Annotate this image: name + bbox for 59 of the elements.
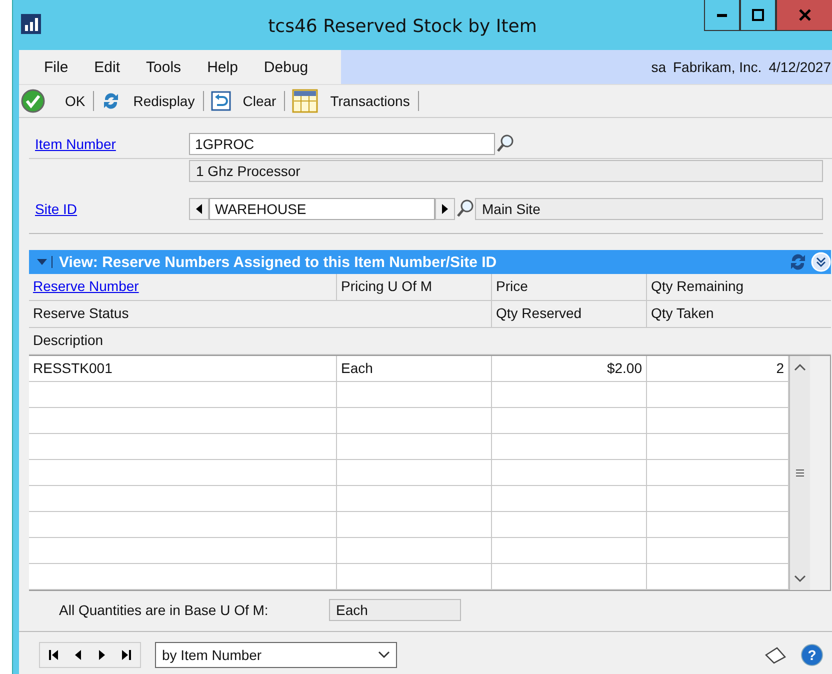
undo-icon <box>210 91 231 111</box>
first-record-icon[interactable] <box>48 649 60 661</box>
table-cell: Each <box>337 356 492 381</box>
redisplay-button[interactable]: Redisplay <box>101 91 203 111</box>
scroll-up-icon[interactable] <box>794 362 806 372</box>
menu-item[interactable]: Debug <box>250 58 322 76</box>
base-uom-field: Each <box>329 599 461 621</box>
table-cell: $2.00 <box>492 356 647 381</box>
scroll-down-icon[interactable] <box>794 574 806 584</box>
base-uom-label: All Quantities are in Base U Of M: <box>59 602 270 618</box>
menu-item[interactable]: Edit <box>81 58 134 76</box>
previous-button[interactable] <box>189 198 209 220</box>
column-header: Description <box>32 331 104 350</box>
site-id-link[interactable]: Site ID <box>29 201 189 217</box>
column-header: Qty Taken <box>650 304 715 323</box>
note-icon[interactable] <box>763 645 787 665</box>
site-id-field[interactable]: WAREHOUSE <box>209 198 435 220</box>
sort-dropdown[interactable]: by Item Number <box>155 642 397 668</box>
column-header: Reserve Status <box>29 301 492 327</box>
expand-icon[interactable] <box>811 252 831 272</box>
window-title: tcs46 Reserved Stock by Item <box>267 16 538 37</box>
checkmark-icon <box>21 89 45 113</box>
maximize-button[interactable] <box>740 0 776 31</box>
user-name: sa <box>651 59 666 75</box>
column-header: Pricing U Of M <box>337 274 492 300</box>
table-cell: RESSTK001 <box>29 356 337 381</box>
item-number-link[interactable]: Item Number <box>29 136 189 152</box>
right-arrow-icon <box>441 204 449 214</box>
transactions-button[interactable]: Transactions <box>292 89 418 113</box>
menu-item[interactable]: File <box>31 58 82 76</box>
company-name: Fabrikam, Inc. <box>673 59 762 75</box>
vertical-scrollbar[interactable] <box>789 356 810 590</box>
close-icon <box>799 9 811 21</box>
app-icon <box>21 14 41 34</box>
collapse-icon[interactable] <box>35 255 55 269</box>
item-number-field[interactable]: 1GPROC <box>189 133 495 155</box>
close-button[interactable] <box>776 0 832 31</box>
minimize-button[interactable] <box>704 0 740 31</box>
grid-title: View: Reserve Numbers Assigned to this Item Number/Site ID <box>59 254 498 270</box>
maximize-icon <box>752 9 764 21</box>
last-record-icon[interactable] <box>120 649 132 661</box>
table-icon <box>292 89 318 113</box>
ok-button[interactable]: OK <box>21 89 94 113</box>
menu-item[interactable]: Tools <box>133 58 194 76</box>
help-button[interactable]: ? <box>801 644 823 666</box>
minimize-icon <box>717 14 727 16</box>
column-header: Price <box>492 274 647 300</box>
scroll-grip-icon[interactable] <box>795 468 805 478</box>
site-name-field: Main Site <box>475 198 823 220</box>
session-date: 4/12/2027 <box>768 59 831 75</box>
menu-item[interactable]: Help <box>194 58 251 76</box>
column-header-link[interactable]: Reserve Number <box>29 274 337 300</box>
next-button[interactable] <box>435 198 455 220</box>
chevron-down-icon <box>378 651 390 659</box>
left-arrow-icon <box>195 204 203 214</box>
column-header: Qty Reserved <box>492 301 647 327</box>
item-description-field: 1 Ghz Processor <box>189 160 823 182</box>
column-header: Qty Remaining <box>650 277 745 296</box>
clear-button[interactable]: Clear <box>210 91 284 111</box>
